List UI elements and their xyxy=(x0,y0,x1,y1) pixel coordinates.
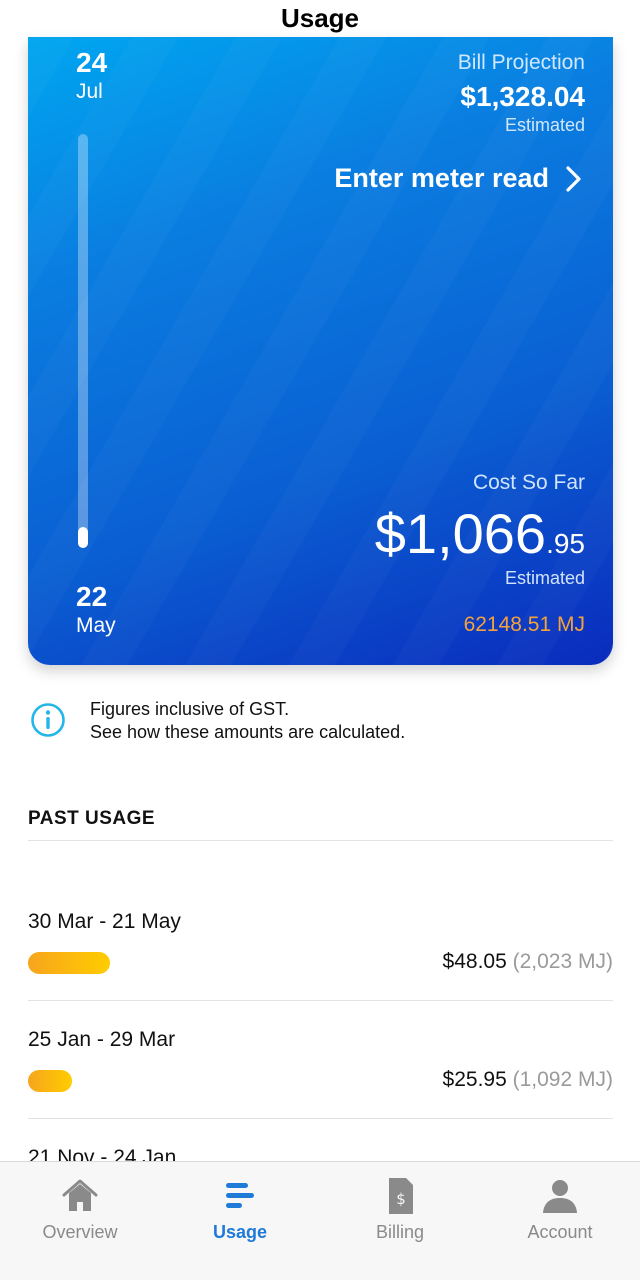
past-usage-title: PAST USAGE xyxy=(28,808,156,829)
gst-info[interactable]: Figures inclusive of GST. See how these … xyxy=(30,698,405,744)
tab-usage[interactable]: Usage xyxy=(160,1162,320,1280)
usage-summary-card: 24 Jul 22 May Bill Projection $1,328.04 … xyxy=(28,37,613,665)
usage-cost: $48.05 xyxy=(442,950,507,973)
usage-bar xyxy=(28,1070,72,1092)
home-icon xyxy=(62,1179,98,1211)
period-start-day: 22 xyxy=(76,581,108,612)
cost-so-far-note: Estimated xyxy=(504,568,585,588)
period-start-date: 22 May xyxy=(76,581,116,639)
usage-period: 25 Jan - 29 Mar xyxy=(28,1028,176,1051)
period-end-month: Jul xyxy=(76,80,103,103)
usage-energy: (1,092 MJ) xyxy=(512,1068,613,1091)
page-title: Usage xyxy=(280,3,360,33)
usage-bars-icon xyxy=(226,1183,254,1208)
bill-projection-label: Bill Projection xyxy=(457,51,585,74)
tab-billing[interactable]: $ Billing xyxy=(320,1162,480,1280)
tab-account-label: Account xyxy=(527,1222,593,1242)
period-progress-track xyxy=(78,134,88,548)
cost-so-far-label: Cost So Far xyxy=(472,471,585,494)
period-progress-fill xyxy=(78,527,88,548)
row-divider xyxy=(28,1118,613,1119)
row-divider xyxy=(28,1000,613,1001)
chevron-right-icon xyxy=(566,165,581,192)
usage-period: 30 Mar - 21 May xyxy=(28,910,181,933)
bill-projection-note: Estimated xyxy=(504,115,585,135)
tab-overview-label: Overview xyxy=(42,1222,118,1242)
cost-so-far-dollars: $1,066 xyxy=(374,502,547,565)
usage-cost: $25.95 xyxy=(442,1068,507,1091)
section-divider xyxy=(28,840,613,841)
period-end-date: 24 Jul xyxy=(76,47,107,105)
svg-text:$: $ xyxy=(396,1190,406,1208)
usage-bar xyxy=(28,952,110,974)
tab-overview[interactable]: Overview xyxy=(0,1162,160,1280)
tab-billing-label: Billing xyxy=(375,1222,425,1242)
bill-document-icon: $ xyxy=(389,1178,413,1214)
info-line-gst: Figures inclusive of GST. xyxy=(90,699,290,719)
person-icon xyxy=(543,1180,577,1213)
info-text: Figures inclusive of GST. See how these … xyxy=(90,698,405,744)
tab-account[interactable]: Account xyxy=(480,1162,640,1280)
bill-projection-amount: $1,328.04 xyxy=(460,81,585,112)
info-line-calculation[interactable]: See how these amounts are calculated. xyxy=(90,721,405,744)
tab-usage-label: Usage xyxy=(212,1222,268,1242)
period-start-month: May xyxy=(76,614,116,637)
usage-amount: $48.05 (2,023 MJ) xyxy=(443,950,613,974)
info-icon xyxy=(31,703,65,737)
period-end-day: 24 xyxy=(76,47,108,78)
usage-amount: $25.95 (1,092 MJ) xyxy=(443,1068,613,1092)
usage-energy: (2,023 MJ) xyxy=(512,950,613,973)
cost-so-far-energy: 62148.51 MJ xyxy=(463,613,585,636)
enter-meter-read-button[interactable]: Enter meter read xyxy=(334,163,585,194)
cost-so-far-amount: $1,066.95 xyxy=(375,503,585,575)
tab-bar: Overview Usage $ Billing Account xyxy=(0,1161,640,1280)
enter-meter-read-label: Enter meter read xyxy=(334,163,549,193)
cost-so-far-cents: .95 xyxy=(546,528,585,559)
